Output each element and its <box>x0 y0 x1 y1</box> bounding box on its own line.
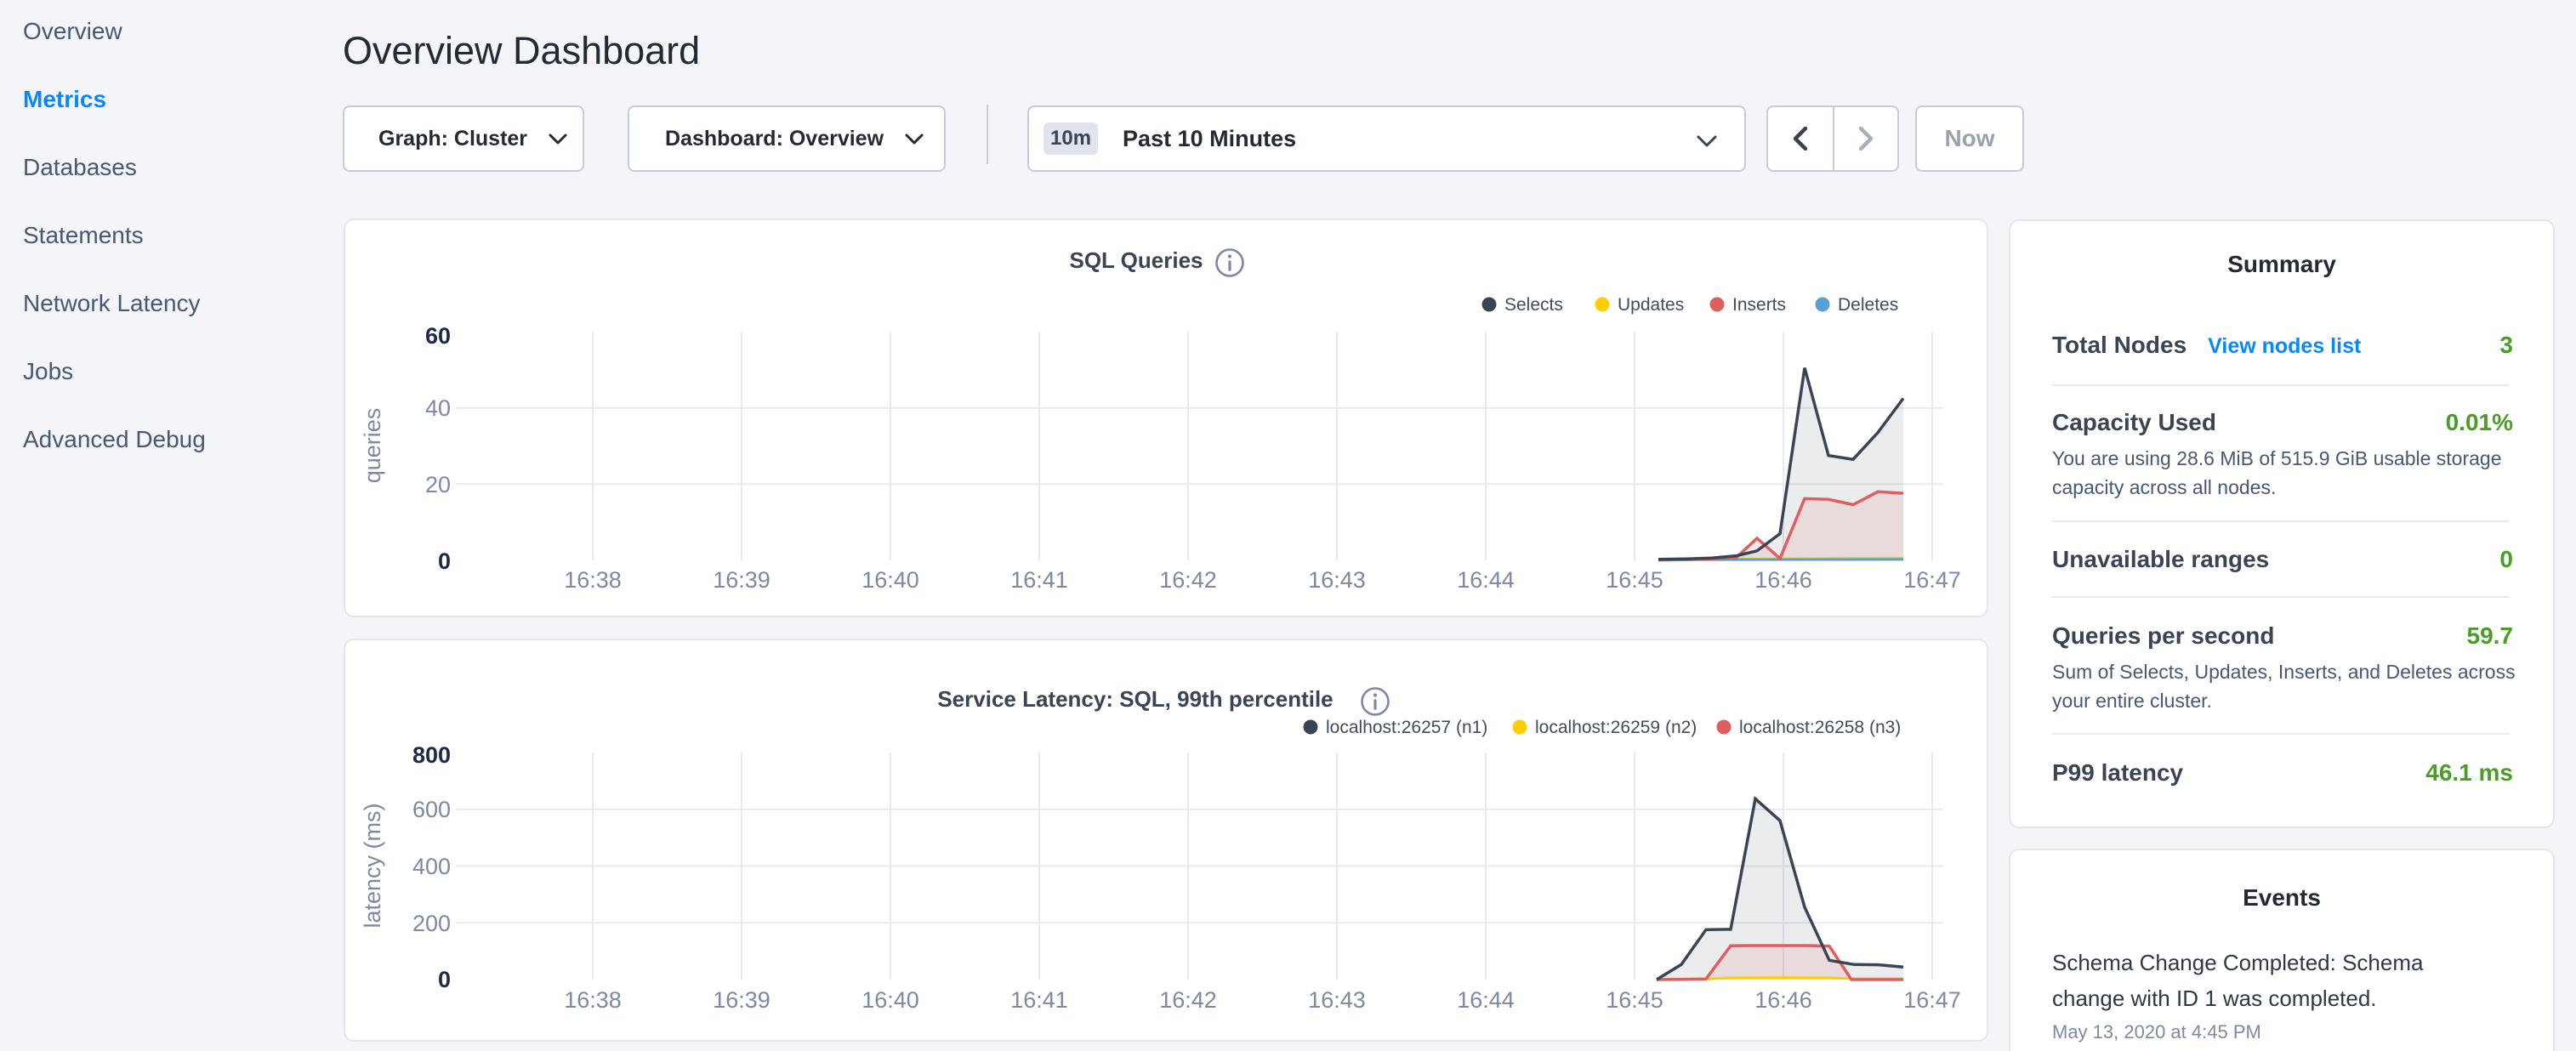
svg-text:16:41: 16:41 <box>1010 567 1068 593</box>
svg-text:16:41: 16:41 <box>1010 987 1068 1013</box>
svg-text:20: 20 <box>425 472 451 497</box>
svg-text:Service Latency: SQL, 99th per: Service Latency: SQL, 99th percentile <box>937 686 1333 712</box>
svg-text:800: 800 <box>412 742 451 768</box>
svg-text:localhost:26257 (n1): localhost:26257 (n1) <box>1326 718 1487 737</box>
svg-text:16:42: 16:42 <box>1159 987 1217 1013</box>
svg-text:16:44: 16:44 <box>1457 987 1515 1013</box>
svg-text:16:45: 16:45 <box>1606 567 1663 593</box>
svg-text:16:42: 16:42 <box>1159 567 1217 593</box>
svg-text:16:47: 16:47 <box>1903 567 1961 593</box>
svg-text:600: 600 <box>412 797 451 822</box>
svg-text:16:47: 16:47 <box>1903 987 1961 1013</box>
svg-text:16:40: 16:40 <box>862 987 919 1013</box>
svg-text:200: 200 <box>412 911 451 936</box>
svg-text:40: 40 <box>425 395 451 421</box>
svg-text:16:43: 16:43 <box>1308 567 1366 593</box>
svg-text:localhost:26258 (n3): localhost:26258 (n3) <box>1739 718 1901 737</box>
svg-text:localhost:26259 (n2): localhost:26259 (n2) <box>1535 718 1697 737</box>
svg-text:Deletes: Deletes <box>1838 295 1898 315</box>
svg-text:16:46: 16:46 <box>1754 567 1812 593</box>
svg-text:0: 0 <box>438 548 451 574</box>
svg-text:Updates: Updates <box>1618 295 1684 315</box>
svg-text:16:46: 16:46 <box>1754 987 1812 1013</box>
svg-text:16:40: 16:40 <box>862 567 919 593</box>
svg-text:400: 400 <box>412 854 451 879</box>
svg-text:16:39: 16:39 <box>713 567 771 593</box>
svg-text:16:45: 16:45 <box>1606 987 1663 1013</box>
svg-text:16:44: 16:44 <box>1457 567 1515 593</box>
svg-text:0: 0 <box>438 967 451 992</box>
svg-text:16:39: 16:39 <box>713 987 771 1013</box>
svg-text:16:38: 16:38 <box>564 987 622 1013</box>
svg-text:queries: queries <box>360 408 385 484</box>
svg-text:Selects: Selects <box>1504 295 1563 315</box>
svg-text:60: 60 <box>425 323 451 349</box>
svg-text:16:38: 16:38 <box>564 567 622 593</box>
svg-text:16:43: 16:43 <box>1308 987 1366 1013</box>
svg-text:SQL Queries: SQL Queries <box>1069 247 1203 273</box>
svg-text:latency (ms): latency (ms) <box>360 803 385 928</box>
svg-text:Inserts: Inserts <box>1732 295 1786 315</box>
